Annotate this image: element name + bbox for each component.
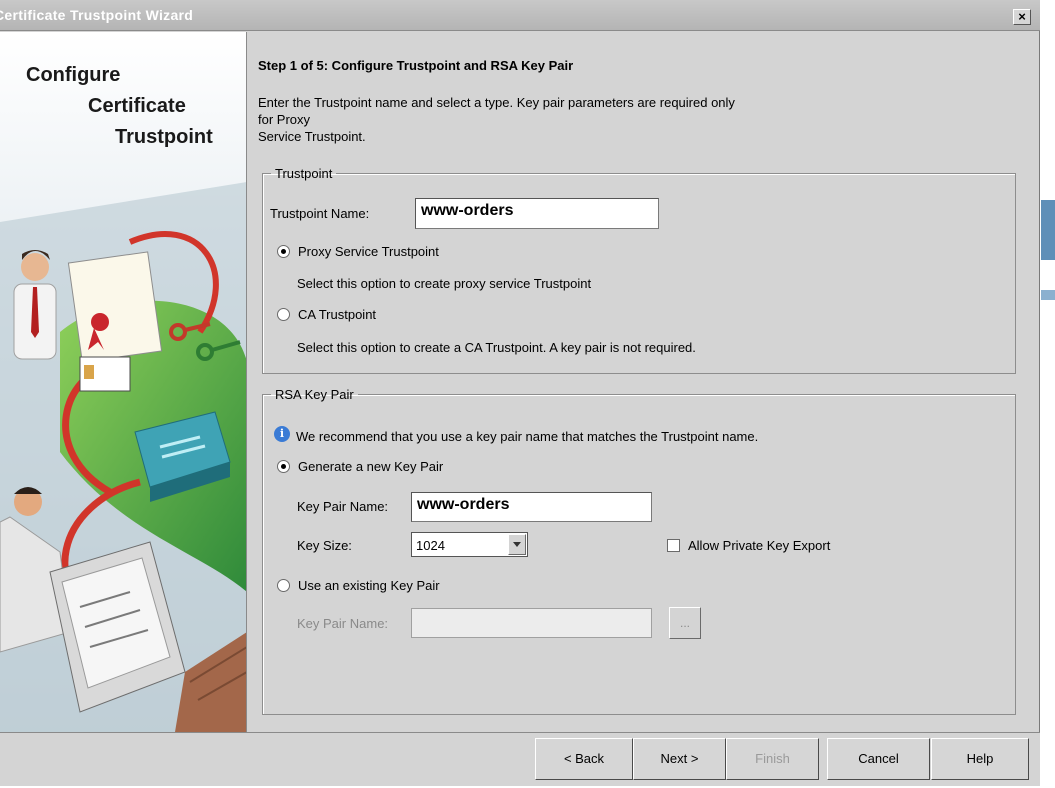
- step-description: Enter the Trustpoint name and select a t…: [258, 94, 878, 145]
- allow-private-key-export-label: Allow Private Key Export: [688, 538, 831, 553]
- existing-key-pair-label: Use an existing Key Pair: [298, 578, 440, 593]
- allow-private-key-export-checkbox[interactable]: [667, 539, 680, 552]
- close-button[interactable]: ×: [1013, 9, 1031, 25]
- description-line: for Proxy: [258, 112, 311, 127]
- side-title-line1: Configure: [26, 64, 121, 86]
- existing-key-pair-name-input[interactable]: [411, 608, 652, 638]
- chevron-down-icon[interactable]: [508, 534, 526, 555]
- existing-key-pair-name-label: Key Pair Name:: [297, 616, 389, 631]
- proxy-service-radio[interactable]: [277, 245, 290, 258]
- cancel-button[interactable]: Cancel: [827, 738, 930, 780]
- ca-trustpoint-label: CA Trustpoint: [298, 307, 377, 322]
- wizard-window: Certificate Trustpoint Wizard × Configur…: [0, 0, 1040, 786]
- generate-key-pair-label: Generate a new Key Pair: [298, 459, 444, 474]
- next-button[interactable]: Next >: [633, 738, 726, 780]
- wizard-side-panel: Configure Certificate Trustpoint: [0, 32, 247, 732]
- ca-trustpoint-help: Select this option to create a CA Trustp…: [297, 340, 696, 355]
- figure-code: 126964: [1041, 700, 1055, 788]
- browse-key-pair-button[interactable]: ...: [669, 607, 701, 639]
- generate-key-pair-radio[interactable]: [277, 460, 290, 473]
- rsa-info-text: We recommend that you use a key pair nam…: [296, 429, 759, 444]
- description-line: Service Trustpoint.: [258, 129, 366, 144]
- trustpoint-name-input[interactable]: www-orders: [415, 198, 659, 229]
- side-title-line2: Certificate: [88, 95, 186, 117]
- key-size-select[interactable]: 1024: [411, 532, 528, 557]
- key-pair-name-label: Key Pair Name:: [297, 499, 389, 514]
- finish-button[interactable]: Finish: [726, 738, 819, 780]
- side-title-line3: Trustpoint: [115, 126, 213, 148]
- proxy-service-label: Proxy Service Trustpoint: [298, 244, 439, 259]
- existing-key-pair-radio[interactable]: [277, 579, 290, 592]
- key-size-value: 1024: [416, 538, 445, 553]
- ca-trustpoint-radio[interactable]: [277, 308, 290, 321]
- window-title: Certificate Trustpoint Wizard: [0, 7, 194, 23]
- key-size-label: Key Size:: [297, 538, 352, 553]
- background-edge: [1041, 290, 1055, 300]
- proxy-service-help: Select this option to create proxy servi…: [297, 276, 592, 291]
- trustpoint-legend: Trustpoint: [275, 166, 333, 181]
- step-title: Step 1 of 5: Configure Trustpoint and RS…: [258, 58, 574, 73]
- info-icon: i: [274, 426, 290, 442]
- key-pair-name-input[interactable]: www-orders: [411, 492, 652, 522]
- trustpoint-name-label: Trustpoint Name:: [270, 206, 370, 221]
- rsa-legend: RSA Key Pair: [275, 387, 354, 402]
- background-edge: [1041, 200, 1055, 260]
- certificate-icon: [67, 251, 163, 363]
- description-line: Enter the Trustpoint name and select a t…: [258, 95, 735, 110]
- help-button[interactable]: Help: [931, 738, 1029, 780]
- title-bar: Certificate Trustpoint Wizard ×: [0, 0, 1040, 31]
- back-button[interactable]: < Back: [535, 738, 633, 780]
